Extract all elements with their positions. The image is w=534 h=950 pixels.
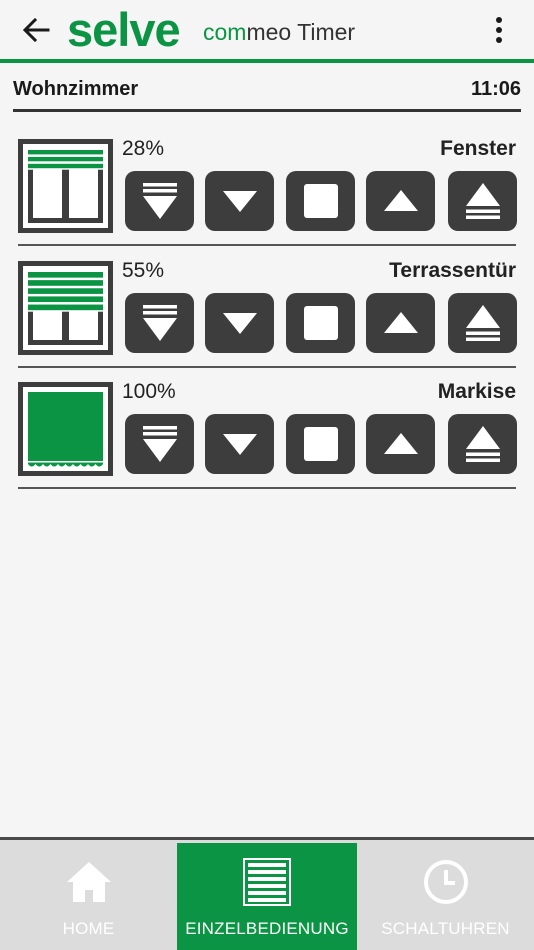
move-up-full-button[interactable]: [448, 171, 517, 231]
overflow-menu-button[interactable]: [484, 12, 514, 48]
stop-icon: [303, 306, 338, 340]
row-divider: [18, 366, 516, 368]
stop-icon: [303, 184, 338, 218]
stop-icon: [303, 427, 338, 461]
clock-icon: [423, 860, 468, 904]
move-up-icon: [383, 433, 418, 454]
arrow-left-icon: [22, 18, 50, 42]
move-up-button[interactable]: [366, 414, 435, 474]
room-time: 11:06: [470, 78, 521, 100]
device-position: 55%: [122, 259, 165, 282]
app-name: commeo Timer: [203, 17, 355, 47]
awning-icon: [18, 382, 113, 476]
device-row: 100% Markise: [18, 380, 517, 500]
back-button[interactable]: [18, 12, 54, 48]
nav-label: EINZELBEDIENUNG: [185, 919, 349, 938]
more-vertical-icon: [496, 17, 502, 43]
app-bar: selve commeo Timer: [0, 0, 534, 60]
shutter-icon: [18, 261, 113, 355]
device-position: 100%: [122, 380, 176, 403]
device-row: 55% Terrassentür: [18, 259, 517, 379]
move-down-full-button[interactable]: [125, 171, 194, 231]
move-down-button[interactable]: [205, 293, 274, 353]
move-up-icon: [383, 312, 418, 333]
move-up-button[interactable]: [366, 293, 435, 353]
move-down-button[interactable]: [205, 171, 274, 231]
move-up-icon: [383, 190, 418, 211]
device-row: 28% Fenster: [18, 137, 517, 257]
brand-logo: selve: [67, 3, 181, 56]
move-down-full-icon: [142, 305, 177, 341]
move-down-icon: [222, 434, 257, 455]
move-down-full-icon: [142, 426, 177, 462]
move-up-full-button[interactable]: [448, 293, 517, 353]
move-down-full-icon: [142, 183, 177, 219]
move-up-button[interactable]: [366, 171, 435, 231]
move-down-full-button[interactable]: [125, 414, 194, 474]
move-up-full-icon: [465, 426, 500, 462]
room-title: Wohnzimmer: [13, 78, 139, 100]
device-name: Markise: [437, 380, 516, 403]
stop-button[interactable]: [286, 171, 355, 231]
device-name: Fenster: [440, 137, 516, 160]
home-icon: [66, 862, 111, 902]
shutter-icon: [243, 858, 291, 906]
move-up-full-button[interactable]: [448, 414, 517, 474]
device-name: Terrassentür: [389, 259, 516, 282]
move-down-icon: [222, 191, 257, 212]
room-divider: [13, 109, 521, 112]
nav-label: SCHALTUHREN: [381, 919, 510, 938]
stop-button[interactable]: [286, 414, 355, 474]
move-up-full-icon: [465, 183, 500, 219]
move-down-button[interactable]: [205, 414, 274, 474]
row-divider: [18, 487, 516, 489]
row-divider: [18, 244, 516, 246]
bottom-navigation: HOME EINZELBEDIENUNG SCHALTUHREN: [0, 837, 534, 950]
move-up-full-icon: [465, 305, 500, 341]
nav-tab-einzelbedienung[interactable]: EINZELBEDIENUNG: [177, 843, 357, 950]
nav-label: HOME: [62, 919, 115, 938]
nav-tab-home[interactable]: HOME: [0, 843, 177, 950]
stop-button[interactable]: [286, 293, 355, 353]
nav-tab-schaltuhren[interactable]: SCHALTUHREN: [357, 843, 534, 950]
app-name-accent: com: [203, 19, 247, 45]
shutter-icon: [18, 139, 113, 233]
app-bar-divider: [0, 59, 534, 63]
move-down-icon: [222, 313, 257, 334]
app-name-rest: meo Timer: [246, 19, 356, 45]
move-down-full-button[interactable]: [125, 293, 194, 353]
device-position: 28%: [122, 137, 165, 160]
